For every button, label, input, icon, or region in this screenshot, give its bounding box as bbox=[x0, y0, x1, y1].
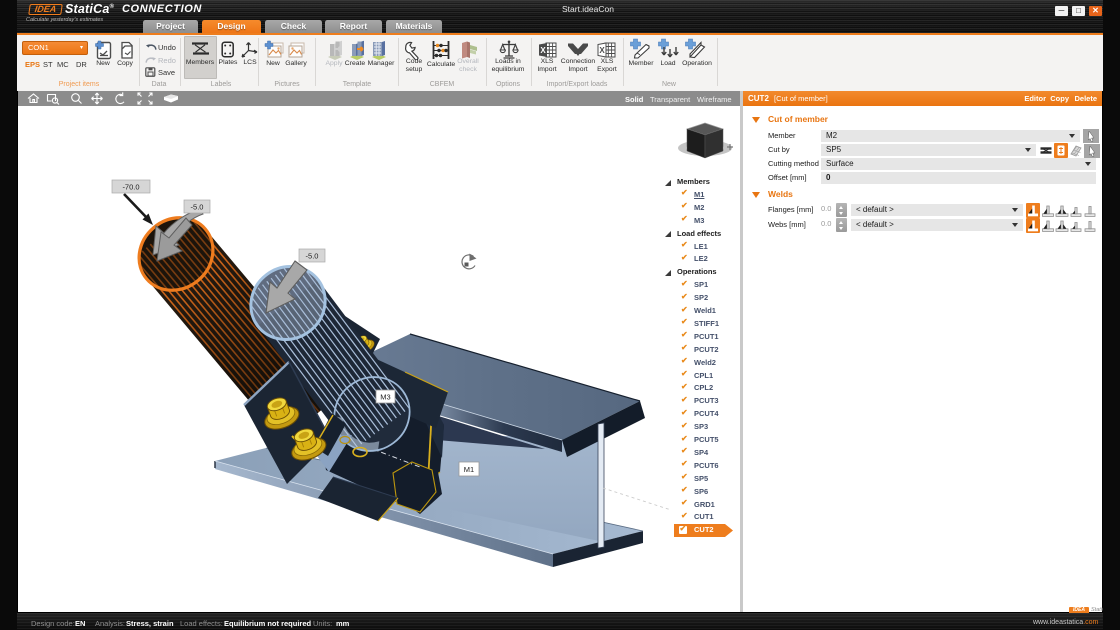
svg-text:-70.0: -70.0 bbox=[122, 183, 139, 192]
svg-text:-5.0: -5.0 bbox=[191, 203, 204, 212]
svg-text:M1: M1 bbox=[464, 465, 474, 474]
svg-text:M3: M3 bbox=[380, 393, 390, 402]
svg-text:X: X bbox=[540, 46, 546, 55]
svg-text:-5.0: -5.0 bbox=[306, 252, 319, 261]
svg-text:X: X bbox=[599, 46, 605, 55]
